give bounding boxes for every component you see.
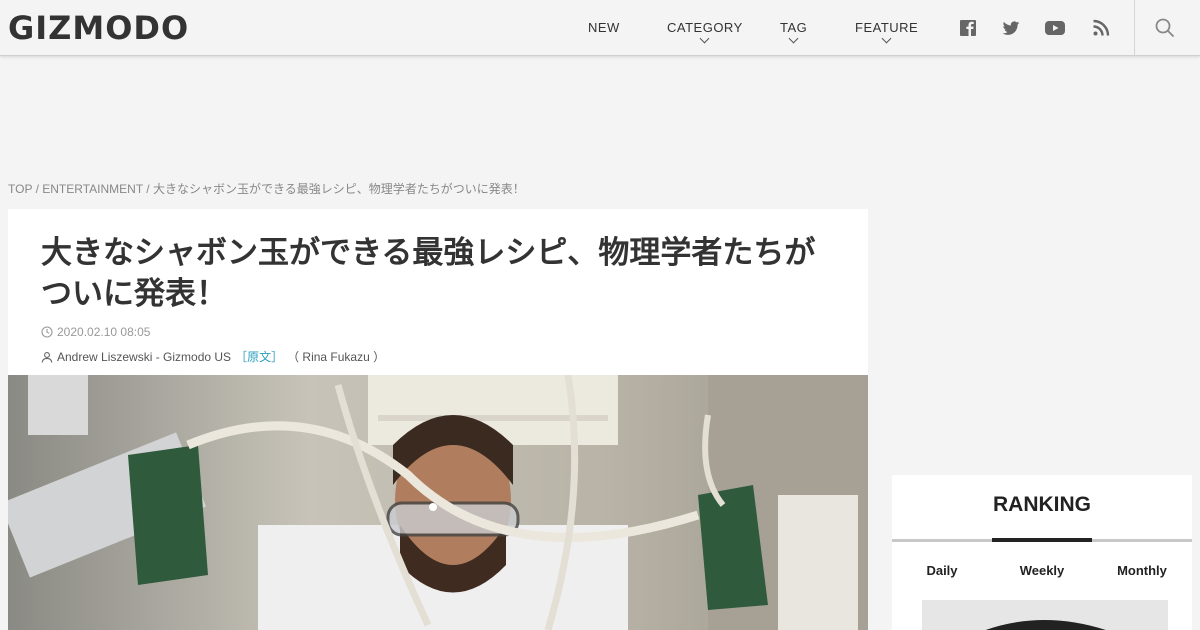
breadcrumb: TOP / ENTERTAINMENT / 大きなシャボン玉ができる最強レシピ、… (8, 180, 525, 197)
twitter-icon[interactable] (1001, 18, 1021, 38)
source-link[interactable]: ［原文］ (235, 348, 283, 365)
ranking-tab-weekly[interactable]: Weekly (992, 563, 1092, 578)
site-header: GIZMODO NEW CATEGORY TAG FEATURE (0, 0, 1200, 56)
nav-tag[interactable]: TAG (780, 20, 807, 44)
nav-new-label: NEW (588, 20, 620, 35)
breadcrumb-top[interactable]: TOP (8, 182, 32, 196)
article-date: 2020.02.10 08:05 (41, 325, 150, 339)
ranking-tab-daily[interactable]: Daily (892, 563, 992, 578)
facebook-icon[interactable] (958, 18, 978, 38)
nav-category[interactable]: CATEGORY (667, 20, 743, 44)
search-icon (1155, 18, 1175, 38)
chevron-down-icon (699, 33, 710, 44)
search-button[interactable] (1134, 0, 1200, 56)
chevron-down-icon (788, 33, 799, 44)
chevron-down-icon (881, 33, 892, 44)
article-card: 大きなシャボン玉ができる最強レシピ、物理学者たちがついに発表！ 2020.02.… (8, 209, 868, 630)
hero-image (8, 375, 868, 630)
clock-icon (41, 326, 53, 338)
author-name[interactable]: Andrew Liszewski - Gizmodo US (57, 350, 231, 364)
ranking-tab-monthly[interactable]: Monthly (1092, 563, 1192, 578)
ranking-title: RANKING (993, 493, 1091, 516)
ranking-item-thumbnail[interactable] (922, 600, 1168, 630)
nav-feature[interactable]: FEATURE (855, 20, 918, 44)
site-logo[interactable]: GIZMODO (8, 9, 189, 47)
article-byline: Andrew Liszewski - Gizmodo US ［原文］ （ Rin… (41, 348, 385, 365)
breadcrumb-separator: / (142, 182, 153, 196)
rss-icon[interactable] (1091, 18, 1111, 38)
article-title: 大きなシャボン玉ができる最強レシピ、物理学者たちがついに発表！ (41, 235, 816, 312)
breadcrumb-category[interactable]: ENTERTAINMENT (42, 182, 143, 196)
youtube-icon[interactable] (1044, 18, 1066, 38)
translator-name: （ Rina Fukazu ） (287, 350, 386, 364)
breadcrumb-current: 大きなシャボン玉ができる最強レシピ、物理学者たちがついに発表！ (152, 182, 525, 196)
hero-photo (8, 375, 868, 630)
article-date-text: 2020.02.10 08:05 (57, 325, 151, 339)
ranking-widget: RANKING Daily Weekly Monthly (892, 475, 1192, 630)
nav-category-label: CATEGORY (667, 20, 743, 35)
nav-new[interactable]: NEW (588, 20, 620, 35)
breadcrumb-separator: / (32, 182, 43, 196)
user-icon (41, 351, 53, 363)
ranking-active-indicator (992, 538, 1092, 542)
